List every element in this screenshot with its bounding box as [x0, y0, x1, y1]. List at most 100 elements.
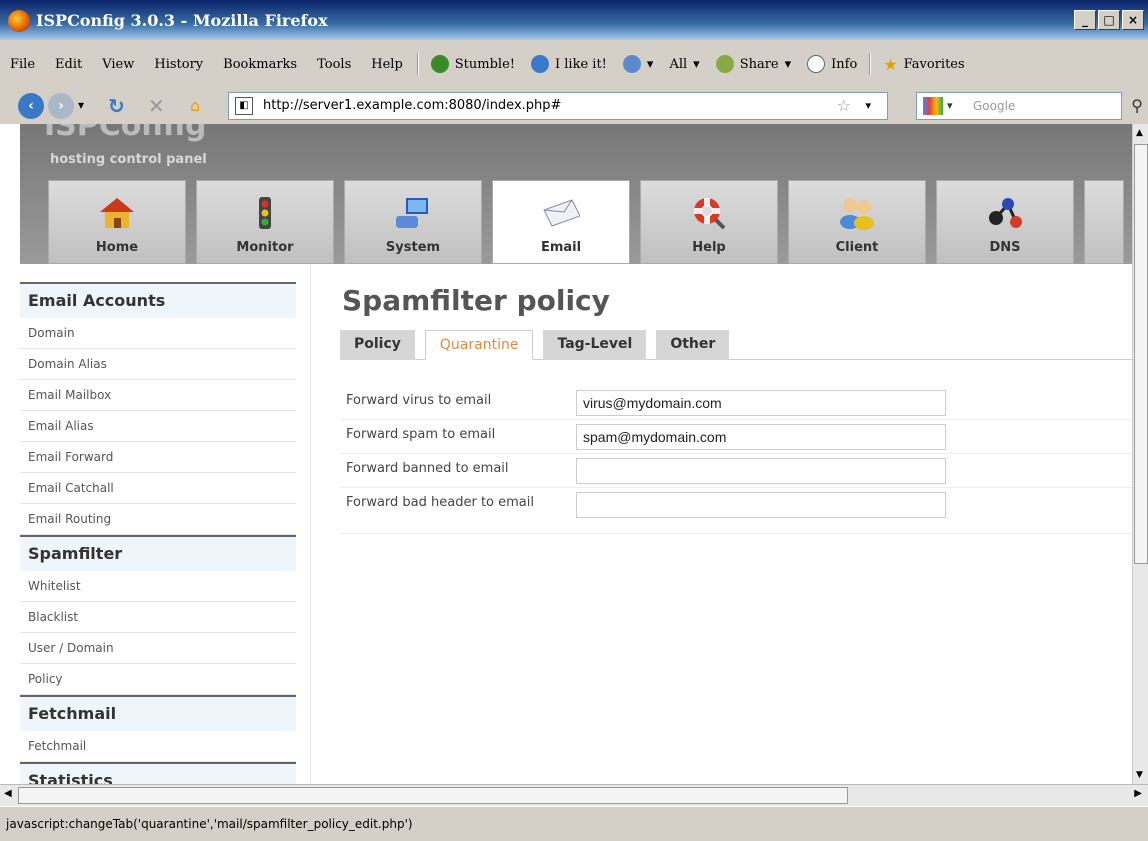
favorites-button[interactable]: ★ Favorites — [883, 55, 964, 74]
share-button[interactable]: Share ▾ — [715, 55, 792, 73]
share-icon — [715, 55, 734, 73]
menu-tools[interactable]: Tools — [317, 57, 351, 72]
page-content: ISPConfig hosting control panel Home Mon… — [0, 124, 1132, 784]
sidebar-item-whitelist[interactable]: Whitelist — [20, 571, 296, 602]
horizontal-scroll-thumb[interactable] — [18, 787, 848, 804]
reload-icon[interactable]: ↻ — [108, 94, 125, 118]
search-box[interactable]: ▾ Google ⚲ — [916, 92, 1143, 120]
stop-icon[interactable]: ✕ — [148, 94, 165, 118]
firefox-icon — [8, 10, 30, 32]
tab-help[interactable]: Help — [640, 180, 778, 264]
forward-banned-field[interactable] — [576, 458, 946, 484]
scroll-down-icon[interactable]: ▼ — [1136, 770, 1143, 780]
info-button[interactable]: Info — [807, 55, 857, 73]
heart-dropdown[interactable]: ▾ — [622, 55, 654, 73]
isp-logo: ISPConfig — [44, 124, 207, 143]
search-engine-dropdown-icon[interactable]: ▾ — [947, 93, 953, 119]
vertical-scroll-thumb[interactable] — [1134, 144, 1148, 564]
tab-system-label: System — [385, 240, 441, 255]
isp-header: ISPConfig hosting control panel Home Mon… — [20, 124, 1132, 264]
forward-bad-header-field[interactable] — [576, 492, 946, 518]
history-dropdown-icon[interactable]: ▾ — [78, 98, 84, 112]
scroll-right-icon[interactable]: ▶ — [1134, 788, 1142, 799]
sidebar-item-fetchmail[interactable]: Fetchmail — [20, 731, 296, 762]
forward-bad-header-label: Forward bad header to email — [346, 495, 534, 510]
tab-email[interactable]: Email — [492, 180, 630, 264]
back-button[interactable]: ‹ — [18, 93, 44, 119]
sidebar-item-email-alias[interactable]: Email Alias — [20, 411, 296, 442]
bookmark-star-icon[interactable]: ☆ — [837, 93, 851, 119]
tab-policy[interactable]: Policy — [340, 330, 415, 360]
dropdown-arrow-icon: ▾ — [646, 56, 654, 72]
forward-button[interactable]: › — [48, 93, 74, 119]
forward-spam-value: spam@mydomain.com — [583, 429, 727, 445]
forward-virus-label: Forward virus to email — [346, 393, 492, 408]
tab-system[interactable]: System — [344, 180, 482, 264]
favorites-label: Favorites — [903, 56, 965, 72]
url-text: http://server1.example.com:8080/index.ph… — [263, 98, 562, 113]
maximize-button[interactable]: □ — [1098, 10, 1120, 30]
tab-quarantine[interactable]: Quarantine — [424, 330, 534, 360]
sidebar-item-email-routing[interactable]: Email Routing — [20, 504, 296, 535]
tab-tag-level[interactable]: Tag-Level — [543, 330, 647, 360]
ilike-button[interactable]: I like it! — [531, 55, 607, 73]
sidebar-item-user-domain[interactable]: User / Domain — [20, 633, 296, 664]
tab-client-label: Client — [835, 240, 879, 255]
tab-home[interactable]: Home — [48, 180, 186, 264]
forward-virus-field[interactable]: virus@mydomain.com — [576, 390, 946, 416]
browser-window: ISPConfig 3.0.3 - Mozilla Firefox _ □ × … — [0, 0, 1148, 840]
tab-monitor[interactable]: Monitor — [196, 180, 334, 264]
status-bar: javascript:changeTab('quarantine','mail/… — [0, 806, 1148, 840]
url-bar[interactable]: ◧ http://server1.example.com:8080/index.… — [228, 92, 888, 120]
sidebar-item-email-mailbox[interactable]: Email Mailbox — [20, 380, 296, 411]
search-icon[interactable]: ⚲ — [1131, 93, 1143, 119]
computer-icon — [394, 194, 432, 232]
stumble-label: Stumble! — [454, 56, 515, 72]
forward-virus-value: virus@mydomain.com — [583, 395, 722, 411]
minimize-button[interactable]: _ — [1074, 10, 1096, 30]
sidebar-item-email-forward[interactable]: Email Forward — [20, 442, 296, 473]
scroll-left-icon[interactable]: ◀ — [4, 788, 12, 799]
speech-bubble-icon — [807, 55, 826, 73]
tab-overflow[interactable] — [1084, 180, 1124, 264]
dropdown-arrow-icon: ▾ — [784, 56, 792, 72]
horizontal-scrollbar[interactable]: ◀ ▶ — [0, 784, 1148, 806]
tab-dns[interactable]: DNS — [936, 180, 1074, 264]
menu-view[interactable]: View — [102, 57, 134, 72]
form-tabs: Policy Quarantine Tag-Level Other — [340, 330, 1132, 360]
sidebar-divider — [310, 264, 311, 784]
sidebar-item-domain-alias[interactable]: Domain Alias — [20, 349, 296, 380]
menu-history[interactable]: History — [154, 57, 203, 72]
form-row: Forward bad header to email — [340, 488, 1132, 534]
menu-help[interactable]: Help — [371, 57, 403, 72]
network-icon — [986, 194, 1024, 232]
tab-help-label: Help — [692, 240, 726, 255]
forward-spam-field[interactable]: spam@mydomain.com — [576, 424, 946, 450]
ilike-label: I like it! — [555, 56, 607, 72]
tab-email-label: Email — [540, 240, 582, 255]
sidebar-item-policy[interactable]: Policy — [20, 664, 296, 695]
sidebar-item-email-catchall[interactable]: Email Catchall — [20, 473, 296, 504]
home-icon[interactable]: ⌂ — [190, 96, 200, 115]
url-dropdown-icon[interactable]: ▾ — [865, 93, 871, 119]
users-icon — [838, 194, 876, 232]
sidebar-heading-statistics: Statistics — [20, 762, 296, 784]
menu-edit[interactable]: Edit — [55, 57, 82, 72]
tab-client[interactable]: Client — [788, 180, 926, 264]
sidebar-item-blacklist[interactable]: Blacklist — [20, 602, 296, 633]
dropdown-arrow-icon: ▾ — [693, 56, 700, 72]
all-label: All — [669, 56, 688, 72]
module-tabs: Home Monitor System Email Help Client DN… — [48, 180, 1124, 264]
tab-other[interactable]: Other — [656, 330, 730, 360]
stumble-button[interactable]: Stumble! — [430, 55, 515, 73]
sidebar-item-domain[interactable]: Domain — [20, 318, 296, 349]
vertical-scrollbar[interactable]: ▲ ▼ — [1132, 124, 1148, 784]
toolbar-separator — [416, 53, 419, 75]
menu-bookmarks[interactable]: Bookmarks — [223, 57, 297, 72]
menu-file[interactable]: File — [10, 57, 35, 72]
all-dropdown[interactable]: All ▾ — [669, 57, 699, 72]
close-button[interactable]: × — [1122, 10, 1144, 30]
scroll-up-icon[interactable]: ▲ — [1136, 128, 1143, 138]
quarantine-form: Forward virus to email virus@mydomain.co… — [340, 386, 1132, 534]
tab-dns-label: DNS — [989, 240, 1021, 255]
